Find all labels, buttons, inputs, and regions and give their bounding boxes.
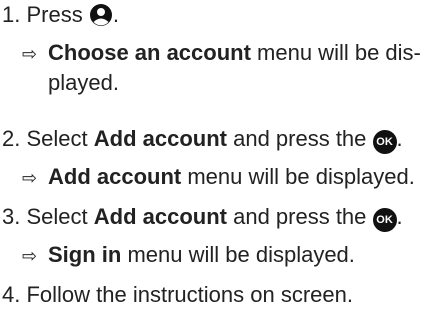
step-number: 3. xyxy=(2,204,21,229)
step-text-end: . xyxy=(112,2,119,27)
step-text: Select xyxy=(26,204,94,229)
right-arrow-icon: ⇨ xyxy=(22,246,38,267)
step-1-result-cont: played. xyxy=(48,68,119,98)
step-text: Press xyxy=(26,2,89,27)
right-arrow-icon: ⇨ xyxy=(22,168,38,189)
step-number: 4. xyxy=(2,282,21,307)
step-3: 3. Select Add account and press the OK. xyxy=(2,202,403,232)
step-4: 4. Follow the instructions on screen. xyxy=(2,280,353,310)
step-text-end: . xyxy=(396,204,403,229)
result-text: menu will be displayed. xyxy=(181,164,415,189)
step-number: 1. xyxy=(2,2,21,27)
step-text-end: . xyxy=(396,126,403,151)
account-circle-icon xyxy=(89,3,113,35)
step-2-result: ⇨ Add account menu will be displayed. xyxy=(22,162,415,194)
ok-button-icon: OK xyxy=(372,130,397,154)
step-text-mid: and press the xyxy=(226,126,373,151)
step-text: Select xyxy=(26,126,94,151)
step-2: 2. Select Add account and press the OK. xyxy=(2,124,403,154)
step-number: 2. xyxy=(2,126,21,151)
ok-button-icon: OK xyxy=(372,208,397,232)
step-text: Follow the instructions on screen. xyxy=(26,282,353,307)
menu-name: Add account xyxy=(48,164,182,189)
result-text-cont: played. xyxy=(48,70,119,95)
option-name: Add account xyxy=(93,126,227,151)
result-text: menu will be displayed. xyxy=(121,242,355,267)
result-text: menu will be dis- xyxy=(250,40,421,65)
option-name: Add account xyxy=(93,204,227,229)
right-arrow-icon: ⇨ xyxy=(22,44,38,65)
menu-name: Choose an account xyxy=(48,40,251,65)
step-3-result: ⇨ Sign in menu will be displayed. xyxy=(22,240,355,272)
step-1-result: ⇨ Choose an account menu will be dis- xyxy=(22,38,421,70)
menu-name: Sign in xyxy=(48,242,122,267)
step-text-mid: and press the xyxy=(226,204,373,229)
step-1: 1. Press . xyxy=(2,0,119,35)
